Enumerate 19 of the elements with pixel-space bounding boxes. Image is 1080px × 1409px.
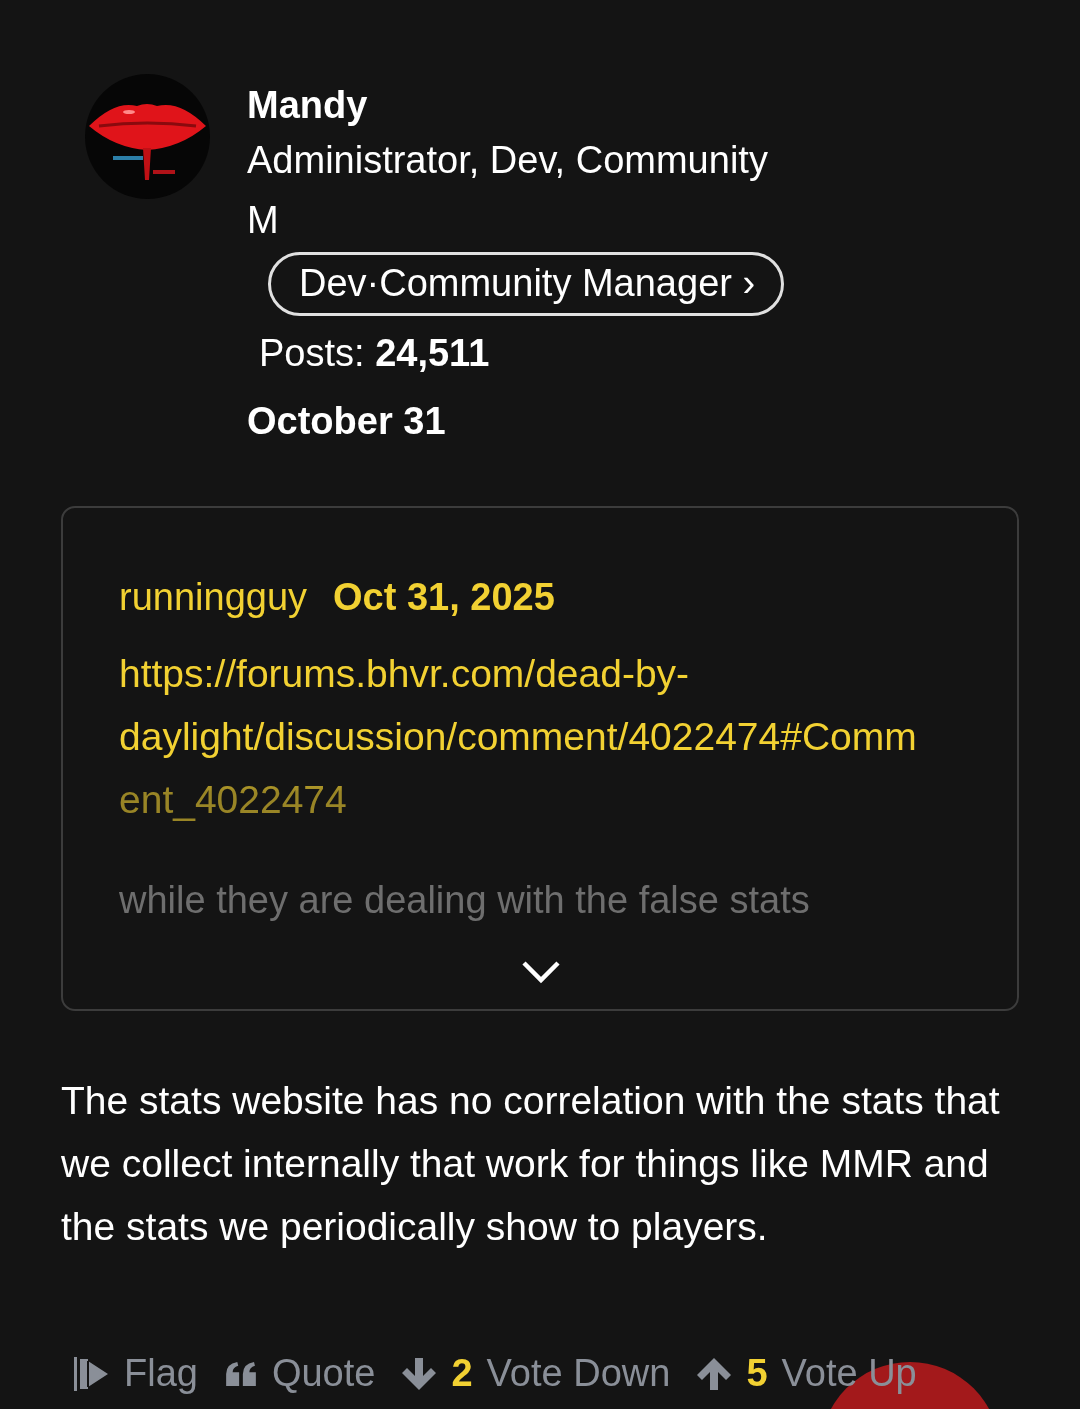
post-count: Posts: 24,511: [259, 331, 491, 376]
vote-down-button[interactable]: 2 Vote Down: [401, 1352, 671, 1395]
down-arrow-icon: [401, 1355, 438, 1392]
up-arrow-icon: [696, 1355, 733, 1392]
expand-chevron-icon[interactable]: [521, 960, 561, 984]
post-date: October 31: [247, 399, 447, 444]
flag-icon: [74, 1356, 110, 1391]
quote-excerpt: while they are dealing with the false stats: [119, 878, 811, 923]
role-tooltip[interactable]: Dev·Community Manager ›: [268, 252, 785, 316]
quote-link[interactable]: https://forums.bhvr.com/dead-by-daylight/discussion/comment/4022474#Comment_4022474: [119, 642, 934, 831]
flag-button[interactable]: Flag: [74, 1352, 198, 1395]
quote-author[interactable]: runningguy: [119, 572, 308, 622]
author-name[interactable]: Mandy: [247, 80, 787, 130]
quote-button[interactable]: Quote: [223, 1352, 376, 1395]
quote-date: Oct 31, 2025: [333, 575, 555, 620]
quote-marks-icon: [223, 1360, 258, 1387]
post-text: The stats website has no correlation with the stats that we collect internally that work for things like MMR and the stats we periodically show to players.: [61, 1078, 1001, 1250]
author-roles: Administrator, Dev, Community M: [247, 138, 769, 243]
vote-up-button[interactable]: 5 Vote Up: [696, 1352, 917, 1395]
